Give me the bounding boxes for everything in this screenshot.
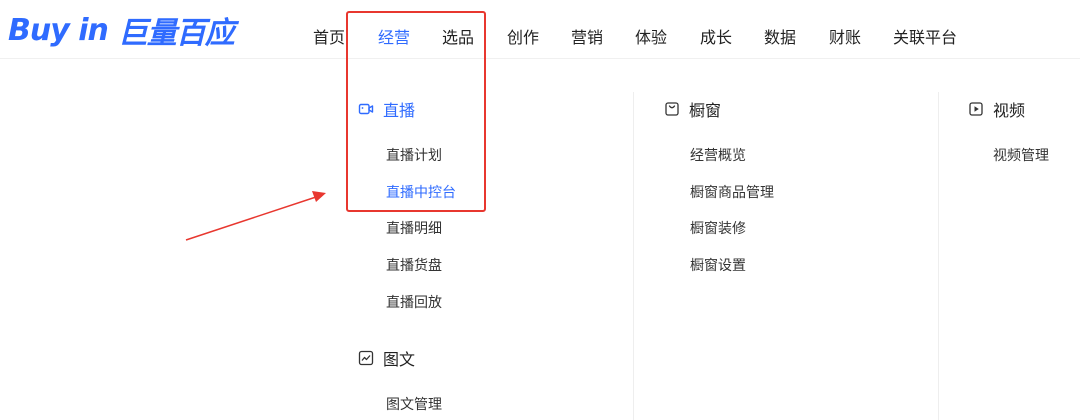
- column-divider: [938, 92, 939, 420]
- section-showcase: 橱窗: [664, 97, 721, 121]
- menu-item-video-manage[interactable]: 视频管理: [993, 145, 1049, 165]
- main-nav: 首页 经营 选品 创作 营销 体验 成长 数据 财账 关联平台: [0, 26, 1080, 50]
- nav-item-data[interactable]: 数据: [764, 26, 796, 50]
- column-divider: [633, 92, 634, 420]
- menu-item-live-goods[interactable]: 直播货盘: [386, 255, 442, 275]
- menu-item-showcase-decoration[interactable]: 橱窗装修: [690, 218, 746, 238]
- play-icon: [969, 102, 983, 116]
- section-video-title: 视频: [993, 101, 1026, 120]
- section-graphic: 图文: [358, 346, 415, 370]
- showcase-bag-icon: [665, 102, 679, 116]
- nav-item-linked-platforms[interactable]: 关联平台: [893, 26, 957, 50]
- menu-item-showcase-settings[interactable]: 橱窗设置: [690, 255, 746, 275]
- menu-item-live-plan[interactable]: 直播计划: [386, 145, 442, 165]
- top-navigation-bar: Buy in 巨量百应 首页 经营 选品 创作 营销 体验 成长 数据 财账 关…: [0, 0, 1080, 59]
- menu-item-graphic-manage[interactable]: 图文管理: [386, 394, 442, 414]
- section-live: 直播: [358, 97, 415, 121]
- image-text-icon: [358, 350, 374, 366]
- section-live-title: 直播: [383, 101, 416, 120]
- nav-item-create[interactable]: 创作: [507, 26, 539, 50]
- menu-item-live-replay[interactable]: 直播回放: [386, 292, 442, 312]
- nav-item-marketing[interactable]: 营销: [571, 26, 603, 50]
- section-showcase-title: 橱窗: [689, 101, 722, 120]
- section-graphic-title: 图文: [383, 350, 416, 369]
- section-video: 视频: [968, 97, 1025, 121]
- nav-item-experience[interactable]: 体验: [635, 26, 667, 50]
- menu-item-live-details[interactable]: 直播明细: [386, 218, 442, 238]
- nav-item-home[interactable]: 首页: [313, 26, 345, 50]
- live-camera-icon: [358, 103, 374, 115]
- nav-item-business[interactable]: 经营: [378, 26, 410, 50]
- menu-item-showcase-products[interactable]: 橱窗商品管理: [690, 182, 774, 202]
- annotation-arrow: [185, 191, 326, 241]
- nav-item-finance[interactable]: 财账: [829, 26, 861, 50]
- menu-item-business-overview[interactable]: 经营概览: [690, 145, 746, 165]
- nav-item-growth[interactable]: 成长: [700, 26, 732, 50]
- menu-item-live-control-console[interactable]: 直播中控台: [386, 182, 456, 202]
- nav-item-product-selection[interactable]: 选品: [442, 26, 474, 50]
